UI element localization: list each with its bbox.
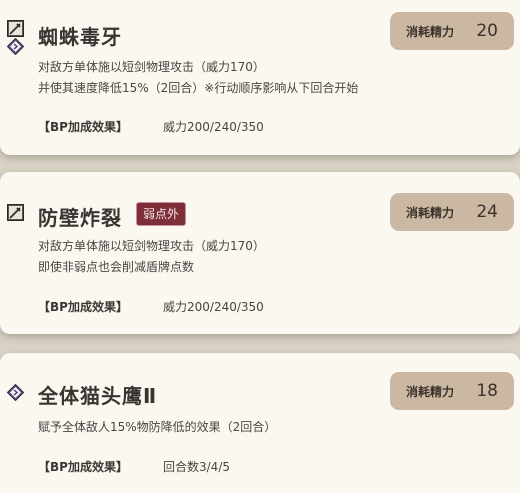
skill-type-icons bbox=[7, 204, 27, 221]
cost-label: 消耗精力 bbox=[406, 384, 455, 399]
bp-bonus-value: 威力200/240/350 bbox=[163, 120, 264, 134]
bp-bonus-value: 威力200/240/350 bbox=[163, 300, 264, 314]
cost-value: 18 bbox=[476, 381, 498, 401]
bp-bonus-value: 回合数3/4/5 bbox=[163, 460, 230, 474]
description-line: 对敌方单体施以短剑物理攻击（威力170） bbox=[38, 239, 265, 253]
diamond-icon bbox=[7, 38, 24, 55]
bp-bonus-label: 【BP加成效果】 bbox=[38, 120, 128, 134]
weakness-badge: 弱点外 bbox=[136, 202, 187, 226]
description-line: 并使其速度降低15%（2回合）※行动顺序影响从下回合开始 bbox=[38, 81, 359, 95]
bp-bonus-label: 【BP加成效果】 bbox=[38, 460, 128, 474]
sword-icon bbox=[7, 204, 24, 221]
skill-description: 赋予全体敌人15%物防降低的效果（2回合） bbox=[38, 417, 276, 438]
skill-description: 对敌方单体施以短剑物理攻击（威力170） 即使非弱点也会削减盾牌点数 bbox=[38, 236, 265, 278]
skill-name: 蜘蛛毒牙 bbox=[38, 25, 122, 49]
description-line: 对敌方单体施以短剑物理攻击（威力170） bbox=[38, 60, 265, 74]
description-line: 赋予全体敌人15%物防降低的效果（2回合） bbox=[38, 420, 277, 434]
skill-card-barrier-burst[interactable]: 防壁炸裂 弱点外 消耗精力 24 对敌方单体施以短剑物理攻击（威力170） 即使… bbox=[0, 172, 520, 334]
skill-description: 对敌方单体施以短剑物理攻击（威力170） 并使其速度降低15%（2回合）※行动顺… bbox=[38, 57, 358, 99]
skill-type-icons bbox=[7, 20, 27, 55]
sword-icon bbox=[7, 20, 24, 37]
cost-label: 消耗精力 bbox=[406, 24, 455, 39]
cost-box: 消耗精力 18 bbox=[390, 372, 514, 410]
cost-label: 消耗精力 bbox=[406, 205, 455, 220]
cost-value: 20 bbox=[476, 21, 498, 41]
skill-card-owl-ii[interactable]: 全体猫头鹰Ⅱ 消耗精力 18 赋予全体敌人15%物防降低的效果（2回合） 【BP… bbox=[0, 353, 520, 493]
skill-card-spider-fang[interactable]: 蜘蛛毒牙 消耗精力 20 对敌方单体施以短剑物理攻击（威力170） 并使其速度降… bbox=[0, 0, 520, 155]
cost-value: 24 bbox=[476, 202, 498, 222]
description-line: 即使非弱点也会削减盾牌点数 bbox=[38, 260, 195, 274]
diamond-icon bbox=[7, 384, 24, 401]
cost-box: 消耗精力 20 bbox=[390, 12, 514, 50]
cost-box: 消耗精力 24 bbox=[390, 193, 514, 231]
skill-type-icons bbox=[7, 383, 27, 401]
skill-name: 防壁炸裂 bbox=[38, 206, 122, 230]
skill-name: 全体猫头鹰Ⅱ bbox=[38, 384, 158, 408]
bp-bonus-label: 【BP加成效果】 bbox=[38, 300, 128, 314]
